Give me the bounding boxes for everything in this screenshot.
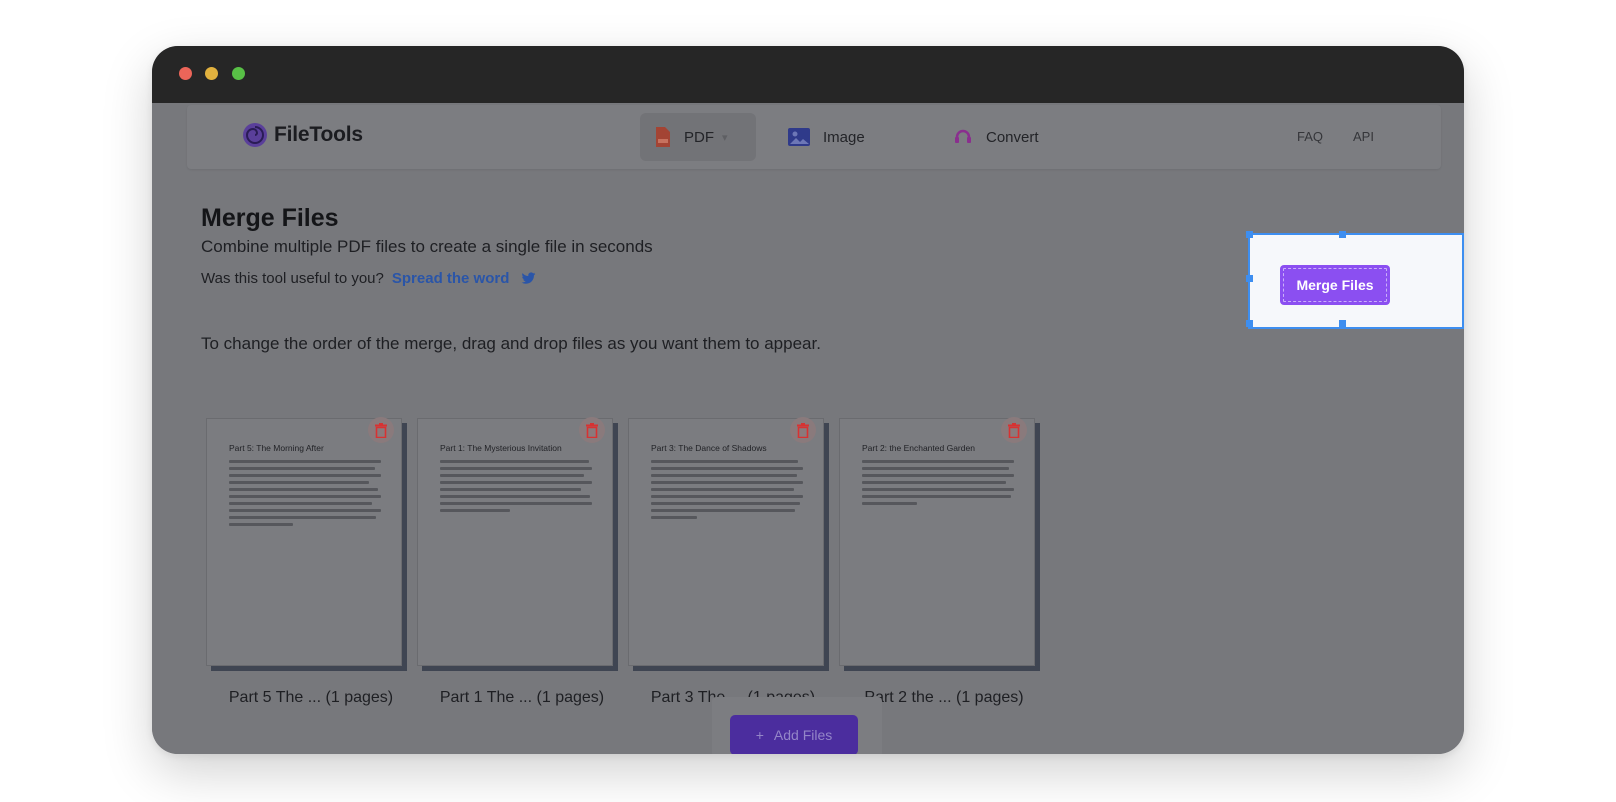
trash-icon xyxy=(797,422,809,438)
nav-convert-label: Convert xyxy=(986,128,1039,146)
api-link[interactable]: API xyxy=(1353,129,1374,144)
pdf-page-thumbnail[interactable]: Part 2: the Enchanted Garden xyxy=(839,418,1035,666)
resize-handle[interactable] xyxy=(1246,275,1253,282)
pdf-page-thumbnail[interactable]: Part 3: The Dance of Shadows xyxy=(628,418,824,666)
brand-name: FileTools xyxy=(274,123,363,146)
highlighted-merge-area: Merge Files xyxy=(1246,231,1464,329)
merge-files-button[interactable]: Merge Files xyxy=(1280,265,1390,305)
pdf-page-thumbnail[interactable]: Part 1: The Mysterious Invitation xyxy=(417,418,613,666)
add-files-button[interactable]: + Add Files xyxy=(730,715,858,754)
resize-handle[interactable] xyxy=(1339,231,1346,238)
page-title: Merge Files xyxy=(201,204,339,232)
file-caption: Part 1 The ... (1 pages) xyxy=(439,689,605,706)
resize-handle[interactable] xyxy=(1339,320,1346,327)
window-titlebar xyxy=(152,46,1464,103)
top-navbar: FileTools PDF ▾ Image Convert FAQ API xyxy=(187,105,1441,169)
thumbnail-title: Part 3: The Dance of Shadows xyxy=(651,443,767,453)
twitter-icon[interactable] xyxy=(521,272,536,285)
minimize-window-button[interactable] xyxy=(205,67,218,80)
file-card[interactable]: Part 1: The Mysterious Invitation Part 1… xyxy=(417,417,618,718)
nav-convert[interactable]: Convert xyxy=(952,113,1039,161)
spiral-logo-icon xyxy=(243,123,267,147)
nav-image[interactable]: Image xyxy=(787,113,865,161)
nav-pdf[interactable]: PDF ▾ xyxy=(640,113,756,161)
page-subtitle: Combine multiple PDF files to create a s… xyxy=(201,237,653,256)
chevron-down-icon: ▾ xyxy=(722,131,728,144)
pdf-file-icon xyxy=(656,127,670,147)
trash-icon xyxy=(375,422,387,438)
spread-the-word-link[interactable]: Spread the word xyxy=(392,270,510,287)
merge-order-instruction: To change the order of the merge, drag a… xyxy=(201,334,821,353)
resize-handle[interactable] xyxy=(1246,231,1253,238)
brand-logo[interactable]: FileTools xyxy=(242,122,363,148)
convert-icon xyxy=(955,129,971,143)
maximize-window-button[interactable] xyxy=(232,67,245,80)
browser-window: FileTools PDF ▾ Image Convert FAQ API Me… xyxy=(152,46,1464,754)
useful-question: Was this tool useful to you? xyxy=(201,270,384,287)
plus-icon: + xyxy=(755,727,764,743)
delete-file-button[interactable] xyxy=(790,417,816,443)
file-card[interactable]: Part 3: The Dance of Shadows Part 3 The … xyxy=(628,417,829,718)
thumbnail-title: Part 5: The Morning After xyxy=(229,443,324,453)
thumbnail-title: Part 2: the Enchanted Garden xyxy=(862,443,975,453)
faq-link[interactable]: FAQ xyxy=(1297,129,1323,144)
file-card[interactable]: Part 5: The Morning After Part 5 The ...… xyxy=(206,417,407,718)
nav-image-label: Image xyxy=(823,128,865,146)
delete-file-button[interactable] xyxy=(1001,417,1027,443)
close-window-button[interactable] xyxy=(179,67,192,80)
thumbnail-title: Part 1: The Mysterious Invitation xyxy=(440,443,562,453)
file-caption: Part 5 The ... (1 pages) xyxy=(228,689,394,706)
delete-file-button[interactable] xyxy=(579,417,605,443)
pdf-page-thumbnail[interactable]: Part 5: The Morning After xyxy=(206,418,402,666)
trash-icon xyxy=(586,422,598,438)
resize-handle[interactable] xyxy=(1246,320,1253,327)
nav-pdf-label: PDF xyxy=(684,128,714,146)
feedback-row: Was this tool useful to you? Spread the … xyxy=(201,270,536,287)
add-files-label: Add Files xyxy=(773,727,833,743)
delete-file-button[interactable] xyxy=(368,417,394,443)
page-content: FileTools PDF ▾ Image Convert FAQ API Me… xyxy=(152,103,1464,754)
image-icon xyxy=(788,128,810,146)
file-card[interactable]: Part 2: the Enchanted Garden Part 2 the … xyxy=(839,417,1040,718)
trash-icon xyxy=(1008,422,1020,438)
